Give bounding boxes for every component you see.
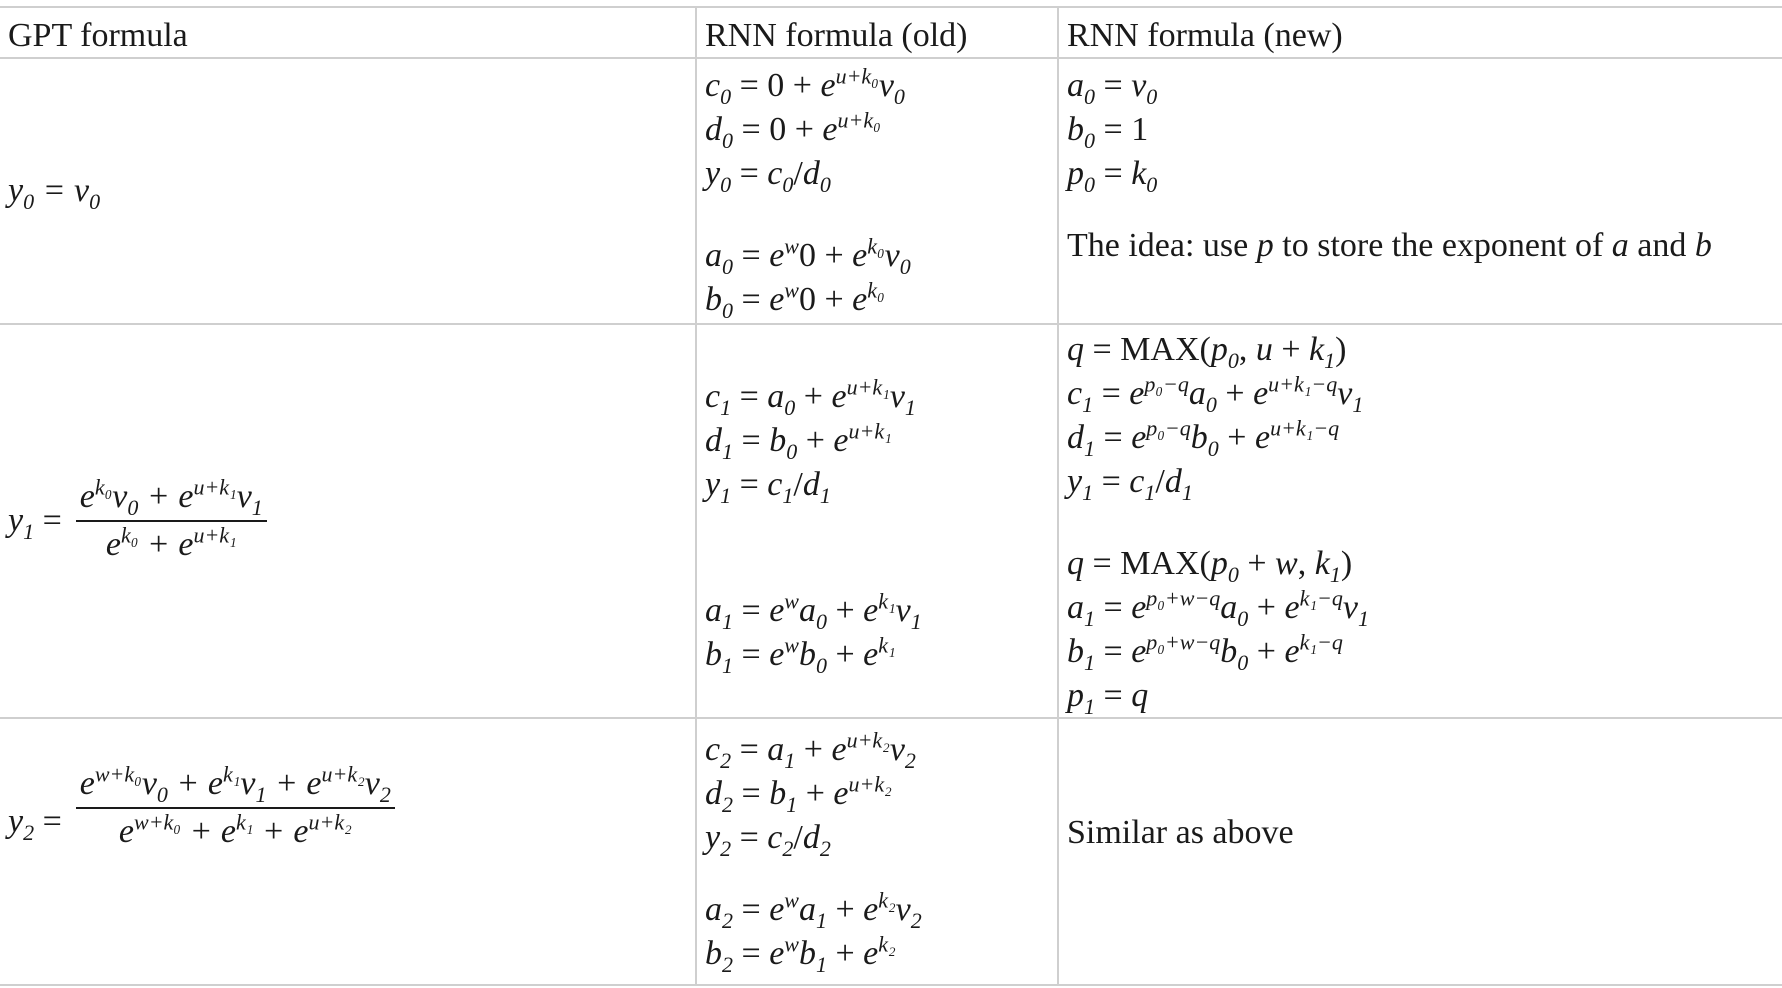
gpt-formula-y1: y1 = ek₀v0 + eu+k₁v1 ek₀ + eu+k₁ bbox=[0, 325, 695, 717]
rnn-new-y1: y1 = c1/d1 bbox=[1067, 463, 1193, 505]
rnn-old-a1: a1 = ewa0 + ek₁v1 bbox=[705, 588, 922, 634]
rnn-old-a2: a2 = ewa1 + ek₂v2 bbox=[705, 887, 922, 933]
rnn-new-p0: p0 = k0 bbox=[1067, 155, 1158, 197]
rnn-old-row0: c0 = 0 + eu+k₀v0 d0 = 0 + eu+k₀ y0 = c0/… bbox=[705, 64, 1055, 322]
rnn-new-d1: d1 = ep₀−qb0 + eu+k₁−q bbox=[1067, 415, 1340, 461]
gpt-y1-numerator: ek₀v0 + eu+k₁v1 bbox=[79, 474, 263, 520]
gpt-y2-numerator: ew+k₀v0 + ek₁v1 + eu+k₂v2 bbox=[79, 761, 391, 807]
rnn-new-similar-note: Similar as above bbox=[1067, 813, 1294, 851]
rnn-new-a0: a0 = v0 bbox=[1067, 67, 1158, 109]
gpt-y2-denominator: ew+k₀ + ek₁ + eu+k₂ bbox=[118, 809, 352, 850]
rnn-old-row1: c1 = a0 + eu+k₁v1 d1 = b0 + eu+k₁ y1 = c… bbox=[705, 375, 1055, 677]
rnn-old-d0: d0 = 0 + eu+k₀ bbox=[705, 107, 881, 153]
rnn-new-row2: Similar as above bbox=[1067, 719, 1779, 984]
column-divider-1 bbox=[695, 6, 697, 986]
formula-table: GPT formula RNN formula (old) RNN formul… bbox=[0, 0, 1782, 988]
gpt-formula-y2: y2 = ew+k₀v0 + ek₁v1 + eu+k₂v2 ew+k₀ + e… bbox=[0, 719, 695, 984]
gpt-y2-lhs: y2 = bbox=[8, 803, 62, 845]
rnn-new-b1: b1 = ep₀+w−qb0 + ek₁−q bbox=[1067, 629, 1343, 675]
rnn-new-q-max-2: q = MAX(p0 + w, k1) bbox=[1067, 545, 1353, 587]
gpt-y0-text: y0 = v0 bbox=[8, 172, 101, 214]
rnn-new-row1: q = MAX(p0, u + k1) c1 = ep₀−qa0 + eu+k₁… bbox=[1067, 328, 1779, 718]
gpt-y1-lhs: y1 = bbox=[8, 502, 62, 544]
rnn-old-b2: b2 = ewb1 + ek₂ bbox=[705, 931, 896, 977]
gpt-y1-denominator: ek₀ + eu+k₁ bbox=[105, 522, 237, 563]
rnn-new-c1: c1 = ep₀−qa0 + eu+k₁−qv1 bbox=[1067, 371, 1364, 417]
rnn-old-a0: a0 = ew0 + ek₀v0 bbox=[705, 233, 911, 279]
header-rnn-new: RNN formula (new) bbox=[1067, 17, 1343, 54]
rnn-old-c2: c2 = a1 + eu+k₂v2 bbox=[705, 727, 916, 773]
rnn-old-y1: y1 = c1/d1 bbox=[705, 466, 831, 508]
table-border-bottom bbox=[0, 984, 1782, 986]
rnn-old-b1: b1 = ewb0 + ek₁ bbox=[705, 632, 896, 678]
column-divider-2 bbox=[1057, 6, 1059, 986]
header-rnn-old: RNN formula (old) bbox=[705, 17, 968, 54]
gpt-formula-y0: y0 = v0 bbox=[0, 59, 695, 323]
rnn-old-row2: c2 = a1 + eu+k₂v2 d2 = b1 + eu+k₂ y2 = c… bbox=[705, 728, 1055, 976]
rnn-new-a1: a1 = ep₀+w−qa0 + ek₁−qv1 bbox=[1067, 585, 1369, 631]
rnn-old-d2: d2 = b1 + eu+k₂ bbox=[705, 771, 892, 817]
rnn-old-y0: y0 = c0/d0 bbox=[705, 155, 831, 197]
rnn-old-d1: d1 = b0 + eu+k₁ bbox=[705, 418, 892, 464]
rnn-new-idea-note: The idea: use p to store the exponent of… bbox=[1067, 227, 1712, 264]
rnn-old-c0: c0 = 0 + eu+k₀v0 bbox=[705, 63, 905, 109]
rnn-new-q-max-1: q = MAX(p0, u + k1) bbox=[1067, 331, 1347, 373]
fraction-bar bbox=[75, 520, 267, 522]
rnn-old-y2: y2 = c2/d2 bbox=[705, 819, 831, 861]
rnn-new-row0: a0 = v0 b0 = 1 p0 = k0 The idea: use p t… bbox=[1067, 64, 1779, 268]
rnn-old-b0: b0 = ew0 + ek₀ bbox=[705, 277, 885, 323]
gpt-y2-fraction: ew+k₀v0 + ek₁v1 + eu+k₂v2 ew+k₀ + ek₁ + … bbox=[75, 761, 395, 851]
gpt-y1-fraction: ek₀v0 + eu+k₁v1 ek₀ + eu+k₁ bbox=[75, 474, 267, 564]
rnn-new-p1: p1 = q bbox=[1067, 677, 1149, 719]
header-gpt-formula: GPT formula bbox=[8, 17, 188, 54]
rnn-old-c1: c1 = a0 + eu+k₁v1 bbox=[705, 374, 916, 420]
rnn-new-b0: b0 = 1 bbox=[1067, 111, 1149, 153]
